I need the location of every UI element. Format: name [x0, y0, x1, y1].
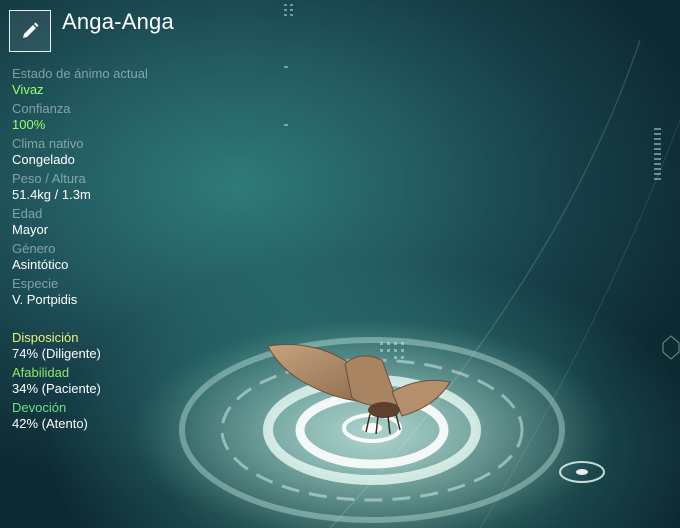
stat-value: Congelado [12, 152, 75, 167]
trait-value: 42% (Atento) [12, 416, 88, 431]
trait-label: Disposición [12, 330, 79, 345]
trait-devotion: Devoción 42% (Atento) [12, 400, 212, 432]
stat-value: Asintótico [12, 257, 69, 272]
stat-label: Peso / Altura [12, 171, 86, 186]
trait-label: Devoción [12, 400, 67, 415]
stat-species: Especie V. Portpidis [12, 276, 212, 308]
pencil-icon [23, 22, 39, 38]
trait-affability: Afabilidad 34% (Paciente) [12, 365, 212, 397]
trait-label: Afabilidad [12, 365, 70, 380]
stat-value: V. Portpidis [12, 292, 78, 307]
stat-value: Mayor [12, 222, 49, 237]
trait-value: 74% (Diligente) [12, 346, 101, 361]
creature-name: Anga-Anga [62, 9, 174, 34]
edit-name-button[interactable] [9, 10, 51, 52]
stat-label: Edad [12, 206, 43, 221]
creature-traits: Disposición 74% (Diligente) Afabilidad 3… [12, 330, 212, 435]
creature-stats: Estado de ánimo actual Vivaz Confianza 1… [12, 66, 212, 311]
stat-age: Edad Mayor [12, 206, 212, 238]
stat-trust: Confianza 100% [12, 101, 212, 133]
stat-weight-height: Peso / Altura 51.4kg / 1.3m [12, 171, 212, 203]
stat-value: 51.4kg / 1.3m [12, 187, 91, 202]
stat-label: Clima nativo [12, 136, 84, 151]
stat-label: Confianza [12, 101, 71, 116]
stat-climate: Clima nativo Congelado [12, 136, 212, 168]
stat-gender: Género Asintótico [12, 241, 212, 273]
stat-label: Estado de ánimo actual [12, 66, 148, 81]
stat-value: 100% [12, 117, 46, 132]
stat-label: Especie [12, 276, 59, 291]
stat-label: Género [12, 241, 56, 256]
game-screen: Anga-Anga Estado de ánimo actual Vivaz C… [0, 0, 680, 528]
stat-mood: Estado de ánimo actual Vivaz [12, 66, 212, 98]
trait-disposition: Disposición 74% (Diligente) [12, 330, 212, 362]
trait-value: 34% (Paciente) [12, 381, 101, 396]
stat-value: Vivaz [12, 82, 44, 97]
